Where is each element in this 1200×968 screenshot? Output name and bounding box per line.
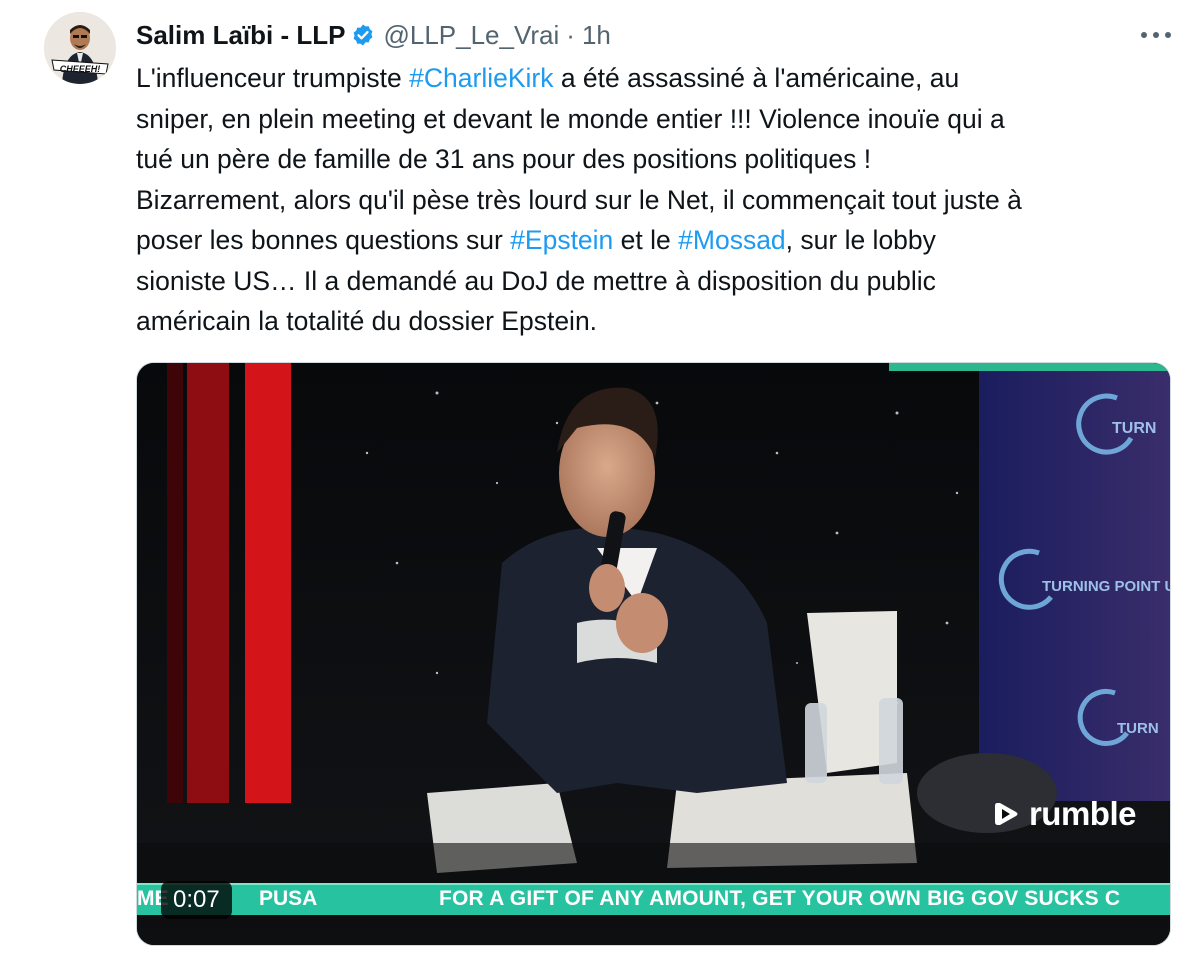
text-segment: , sur le lobby: [785, 225, 936, 255]
video-player[interactable]: TURN TURNING POINT USA TURN: [136, 362, 1171, 946]
hashtag-mossad[interactable]: #Mossad: [678, 225, 786, 255]
tweet-line: sniper, en plein meeting et devant le mo…: [136, 99, 1176, 140]
more-options-icon[interactable]: [1136, 20, 1176, 50]
rumble-watermark: rumble: [989, 795, 1137, 833]
news-ticker: ME PUSA FOR A GIFT OF ANY AMOUNT, GET YO…: [137, 883, 1170, 915]
timestamp[interactable]: 1h: [582, 20, 611, 51]
tweet-line: tué un père de famille de 31 ans pour de…: [136, 139, 1176, 180]
author-handle[interactable]: @LLP_Le_Vrai: [383, 20, 559, 51]
tweet-header: Salim Laïbi - LLP @LLP_Le_Vrai · 1h: [136, 18, 611, 52]
rumble-logo-icon: [994, 803, 1018, 825]
tweet-card[interactable]: CHEEEH! Salim Laïbi - LLP @LLP_Le_Vrai ·…: [0, 0, 1200, 968]
hashtag-epstein[interactable]: #Epstein: [510, 225, 613, 255]
text-segment: américain la totalité du dossier Epstein…: [136, 306, 598, 336]
ticker-text: FOR A GIFT OF ANY AMOUNT, GET YOUR OWN B…: [439, 887, 1121, 910]
banner-text: TURNING POINT USA: [1042, 578, 1170, 595]
separator-dot: ·: [566, 19, 575, 50]
tweet-line: américain la totalité du dossier Epstein…: [136, 301, 1176, 342]
text-segment: sniper, en plein meeting et devant le mo…: [136, 103, 1005, 134]
tweet-text: L'influenceur trumpiste #CharlieKirk a é…: [136, 58, 1176, 342]
ticker-text-left2: PUSA: [259, 887, 318, 910]
text-segment: a été assassiné à l'américaine, au: [553, 63, 960, 93]
hashtag-charliekirk[interactable]: #CharlieKirk: [409, 63, 553, 93]
video-frame: TURN TURNING POINT USA TURN: [137, 363, 1170, 945]
video-timer: 0:07: [161, 881, 232, 919]
verified-badge-icon[interactable]: [351, 23, 375, 47]
avatar[interactable]: CHEEEH!: [44, 12, 116, 84]
avatar-caption: CHEEEH!: [60, 64, 101, 74]
text-segment: Bizarrement, alors qu'il pèse très lourd…: [136, 184, 1022, 215]
tweet-line: Bizarrement, alors qu'il pèse très lourd…: [136, 180, 1176, 221]
avatar-image: CHEEEH!: [44, 12, 116, 84]
banner-text: TURN: [1117, 720, 1159, 737]
tweet-line: L'influenceur trumpiste #CharlieKirk a é…: [136, 58, 1176, 99]
text-segment: tué un père de famille de 31 ans pour de…: [136, 144, 872, 174]
author-name[interactable]: Salim Laïbi - LLP: [136, 20, 345, 51]
tweet-line: sioniste US… Il a demandé au DoJ de mett…: [136, 261, 1176, 302]
tweet-line: poser les bonnes questions sur #Epstein …: [136, 220, 1176, 261]
text-segment: et le: [613, 225, 679, 255]
banner-text: TURN: [1112, 420, 1156, 437]
text-segment: poser les bonnes questions sur: [136, 225, 511, 255]
text-segment: sioniste US… Il a demandé au DoJ de mett…: [136, 265, 936, 296]
text-segment: L'influenceur trumpiste: [136, 63, 410, 93]
rumble-label: rumble: [1028, 795, 1137, 832]
